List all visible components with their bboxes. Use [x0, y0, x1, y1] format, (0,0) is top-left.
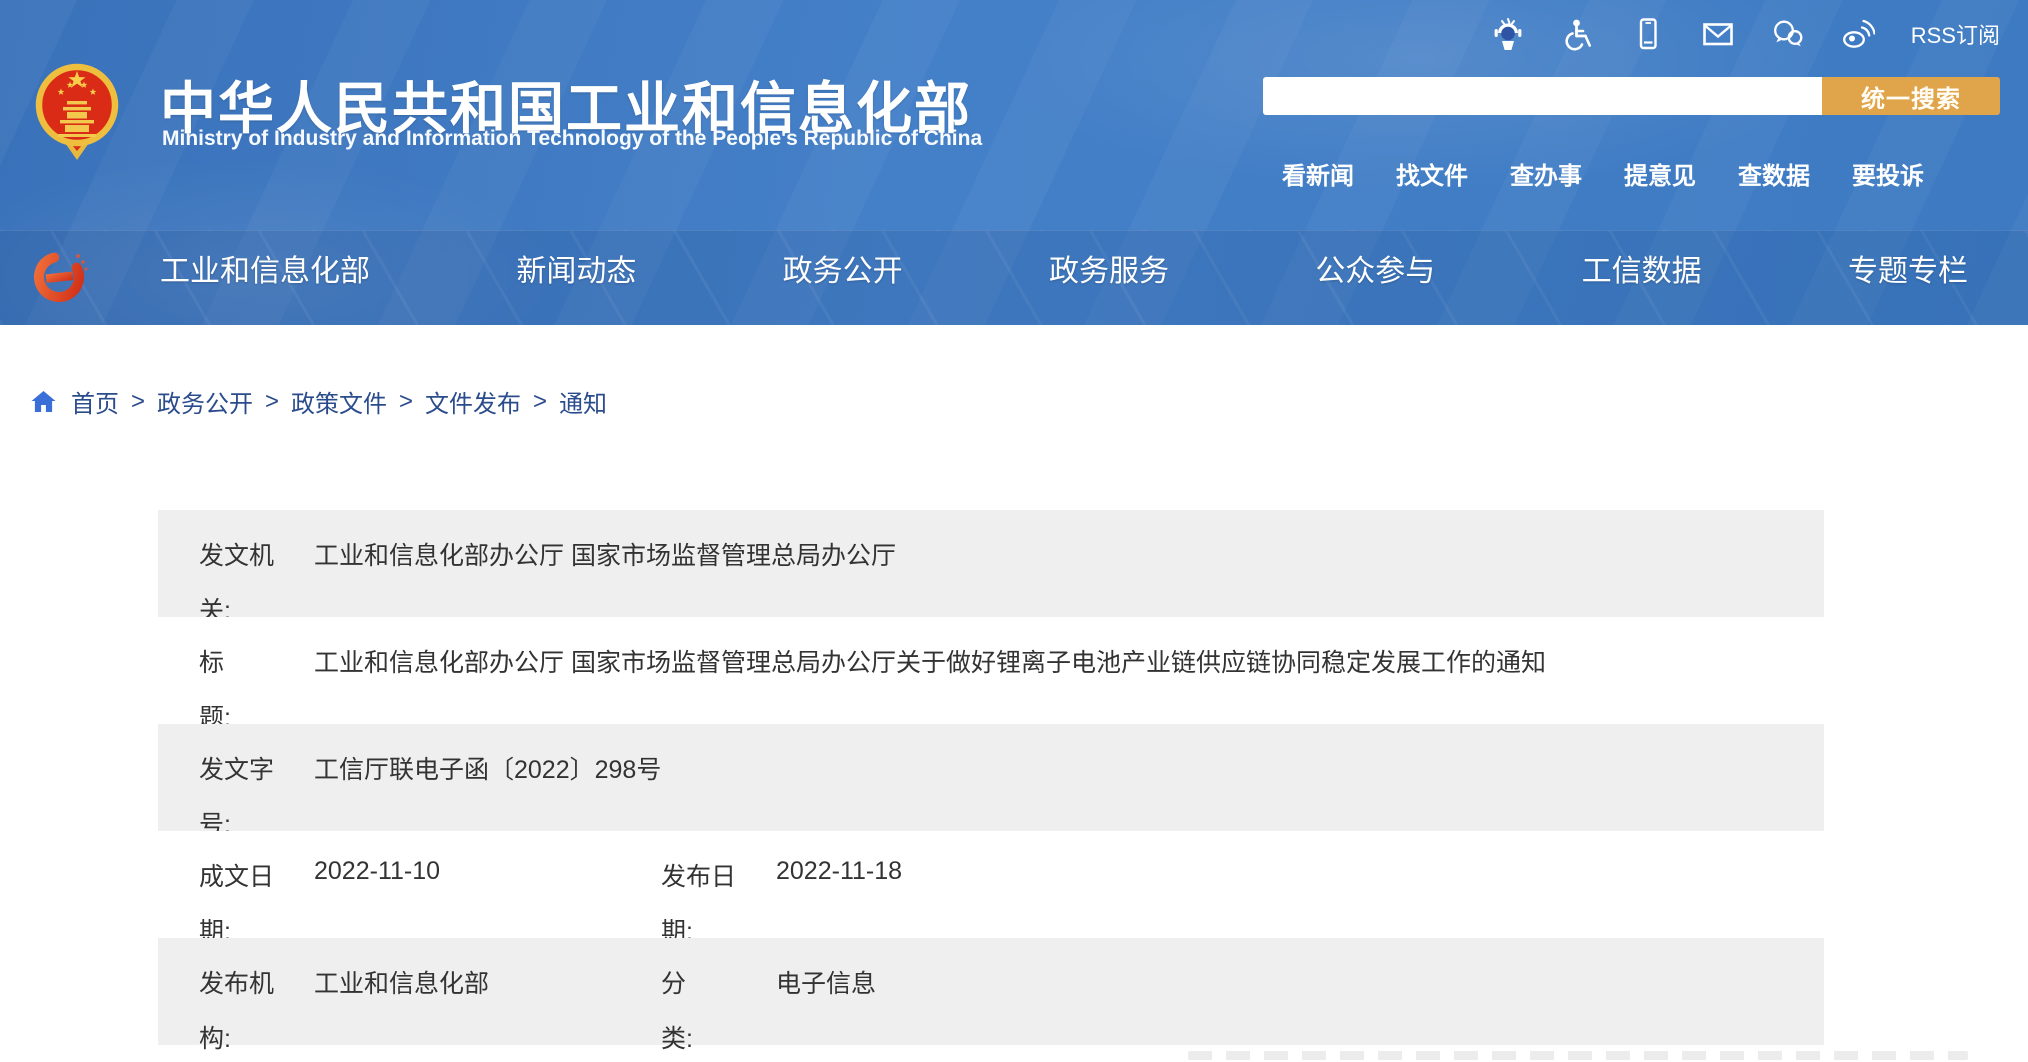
meta-value-category: 电子信息: [776, 964, 876, 1000]
breadcrumb-separator: >: [265, 388, 279, 416]
nav-item-gov-services[interactable]: 政务服务: [1049, 246, 1169, 290]
search-bar: 统一搜索: [1263, 77, 2000, 115]
quick-link-complaints[interactable]: 要投诉: [1852, 156, 1924, 191]
meta-label: 成文日: [199, 857, 274, 893]
meta-label: 发文机: [199, 536, 274, 572]
nav-item-special-topics[interactable]: 专题专栏: [1848, 246, 1968, 290]
breadcrumb-separator: >: [533, 388, 547, 416]
weibo-icon[interactable]: [1841, 17, 1875, 51]
home-icon[interactable]: [30, 389, 57, 415]
nav-item-miit-data[interactable]: 工信数据: [1582, 246, 1702, 290]
meta-row-title: 标 题: 工业和信息化部办公厅 国家市场监督管理总局办公厅关于做好锂离子电池产业…: [158, 617, 1824, 724]
cutoff-text-strip: [1188, 1051, 1968, 1060]
mobile-icon[interactable]: [1631, 17, 1665, 51]
national-emblem-icon: [34, 60, 120, 164]
meta-row-dates: 成文日 期: 2022-11-10 发布日 期: 2022-11-18: [158, 831, 1824, 938]
meta-label: 发布机: [199, 964, 274, 1000]
mail-icon[interactable]: [1701, 17, 1735, 51]
breadcrumb-policy-documents[interactable]: 政策文件: [291, 384, 387, 419]
nav-item-news[interactable]: 新闻动态: [516, 246, 636, 290]
accessibility-icon[interactable]: [1561, 17, 1595, 51]
miit-e-logo-icon: [26, 244, 92, 310]
quick-links-row: 看新闻 找文件 查办事 提意见 查数据 要投诉: [1282, 156, 1924, 191]
meta-label: 发布日: [661, 857, 736, 893]
document-meta-table: 发文机 关: 工业和信息化部办公厅 国家市场监督管理总局办公厅 标 题: 工业和…: [158, 510, 1824, 1045]
search-input[interactable]: [1263, 77, 1822, 115]
site-header: 中华人民共和国工业和信息化部 Ministry of Industry and …: [0, 0, 2028, 325]
meta-label: 构:: [199, 1019, 231, 1055]
breadcrumb: 首页 > 政务公开 > 政策文件 > 文件发布 > 通知: [30, 384, 607, 419]
page: 中华人民共和国工业和信息化部 Ministry of Industry and …: [0, 0, 2028, 1062]
main-nav: 工业和信息化部 新闻动态 政务公开 政务服务 公众参与 工信数据 专题专栏: [160, 246, 1968, 290]
meta-value-document-number: 工信厅联电子函〔2022〕298号: [314, 750, 661, 786]
breadcrumb-separator: >: [399, 388, 413, 416]
breadcrumb-home[interactable]: 首页: [71, 384, 119, 419]
unified-search-button[interactable]: 统一搜索: [1822, 77, 2000, 115]
meta-row-publisher-category: 发布机 构: 工业和信息化部 分 类: 电子信息: [158, 938, 1824, 1045]
meta-value-publisher: 工业和信息化部: [314, 964, 489, 1000]
quick-link-services[interactable]: 查办事: [1510, 156, 1582, 191]
quick-link-documents[interactable]: 找文件: [1396, 156, 1468, 191]
wechat-icon[interactable]: [1771, 17, 1805, 51]
meta-value-written-date: 2022-11-10: [314, 857, 440, 886]
breadcrumb-separator: >: [131, 388, 145, 416]
nav-item-public-participation[interactable]: 公众参与: [1315, 246, 1435, 290]
meta-value-document-title: 工业和信息化部办公厅 国家市场监督管理总局办公厅关于做好锂离子电池产业链供应链协…: [314, 643, 1546, 679]
topbar-utility-row: RSS订阅: [1491, 14, 2000, 54]
site-subtitle: Ministry of Industry and Information Tec…: [162, 127, 982, 151]
meta-value-publish-date: 2022-11-18: [776, 857, 902, 886]
assistant-robot-icon[interactable]: [1491, 17, 1525, 51]
nav-item-gov-disclosure[interactable]: 政务公开: [783, 246, 903, 290]
meta-label: 发文字: [199, 750, 274, 786]
meta-row-issuing-authority: 发文机 关: 工业和信息化部办公厅 国家市场监督管理总局办公厅: [158, 510, 1824, 617]
meta-label: 标: [199, 643, 224, 679]
meta-label: 分: [661, 964, 686, 1000]
meta-label: 类:: [661, 1019, 693, 1055]
rss-subscribe-link[interactable]: RSS订阅: [1911, 18, 2000, 50]
breadcrumb-notice[interactable]: 通知: [559, 384, 607, 419]
quick-link-news[interactable]: 看新闻: [1282, 156, 1354, 191]
nav-item-miit[interactable]: 工业和信息化部: [160, 246, 370, 290]
breadcrumb-document-release[interactable]: 文件发布: [425, 384, 521, 419]
quick-link-data[interactable]: 查数据: [1738, 156, 1810, 191]
meta-value-issuing-authority: 工业和信息化部办公厅 国家市场监督管理总局办公厅: [314, 536, 896, 572]
breadcrumb-gov-disclosure[interactable]: 政务公开: [157, 384, 253, 419]
quick-link-suggestions[interactable]: 提意见: [1624, 156, 1696, 191]
meta-row-document-number: 发文字 号: 工信厅联电子函〔2022〕298号: [158, 724, 1824, 831]
